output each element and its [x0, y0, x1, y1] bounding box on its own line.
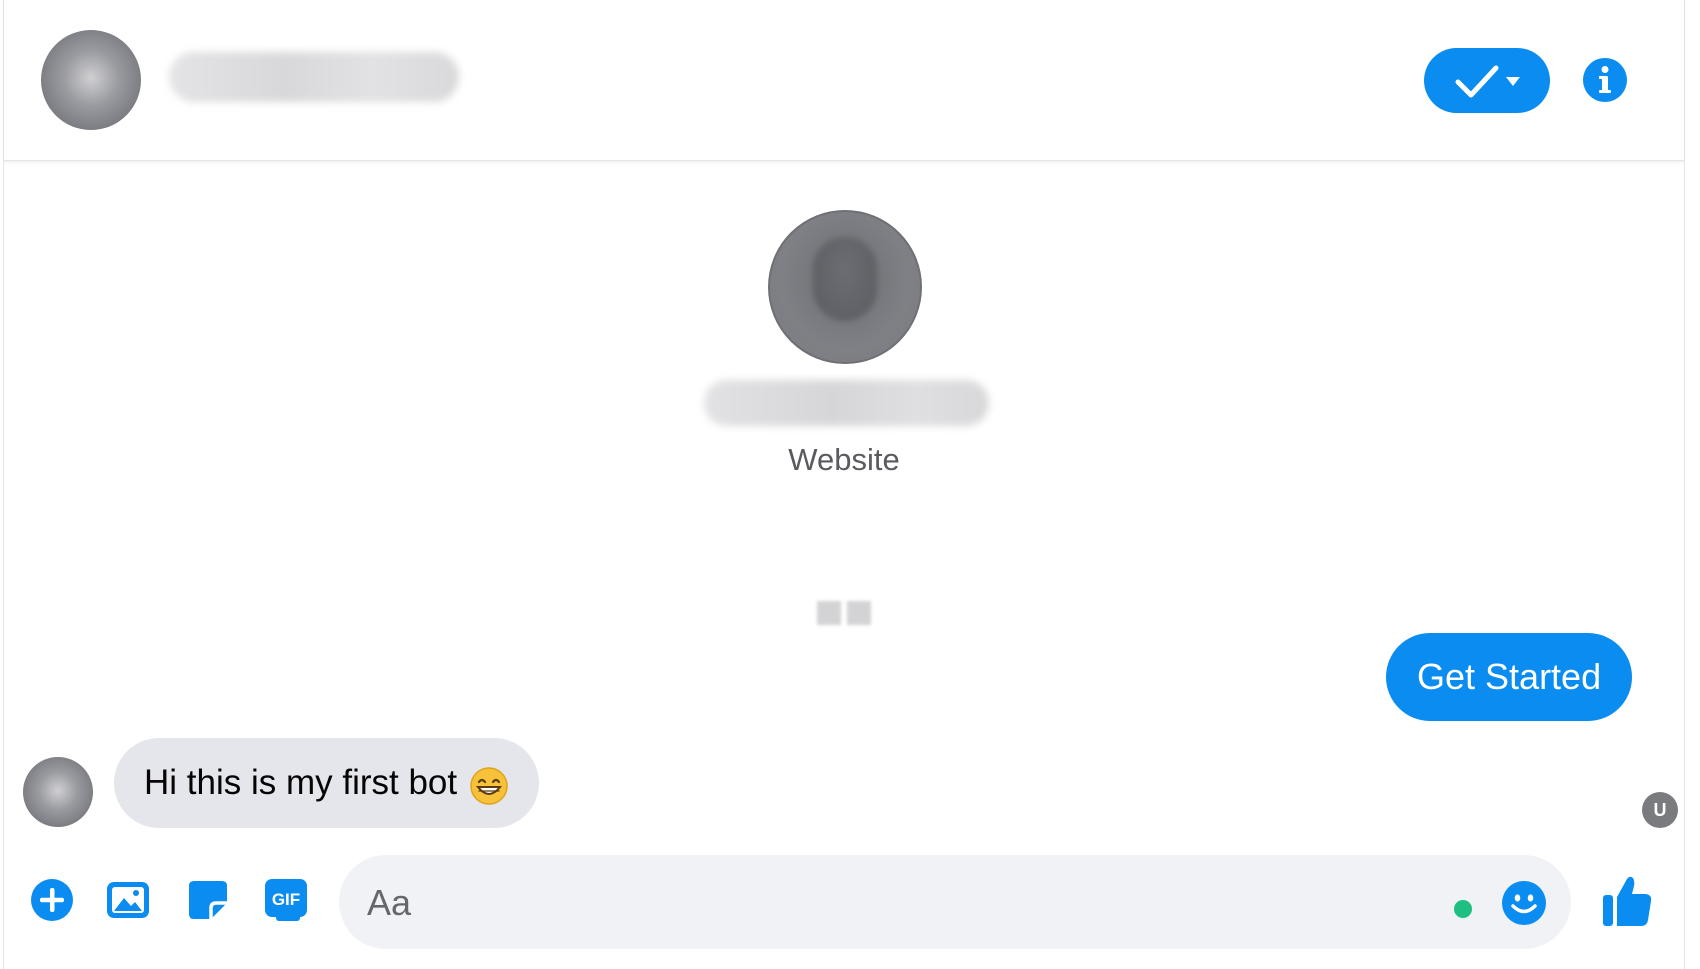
svg-text:GIF: GIF: [272, 890, 300, 909]
outgoing-message-bubble[interactable]: Get Started: [1386, 633, 1633, 721]
contact-name-redacted[interactable]: [169, 52, 459, 102]
sticker-button[interactable]: [186, 878, 230, 922]
chevron-down-icon: [1506, 76, 1520, 86]
checkmark-icon: [1455, 65, 1499, 97]
attach-photo-button[interactable]: [105, 878, 151, 922]
seen-indicator-avatar: U: [1642, 792, 1678, 828]
send-like-button[interactable]: [1600, 872, 1654, 930]
plus-icon: [31, 879, 73, 921]
grinning-face-emoji-icon: [470, 767, 508, 805]
page-category: Website: [788, 442, 900, 477]
message-input[interactable]: [365, 877, 1469, 929]
page-profile-avatar[interactable]: [768, 210, 922, 364]
gif-button[interactable]: GIF: [263, 876, 309, 924]
timestamp-redacted: [814, 600, 874, 626]
incoming-message-bubble[interactable]: Hi this is my first bot: [114, 738, 540, 828]
page-name-redacted: [704, 380, 989, 426]
online-status-dot: [1454, 900, 1472, 918]
gif-icon: GIF: [265, 879, 307, 921]
mark-done-button[interactable]: [1424, 48, 1550, 113]
add-attachment-button[interactable]: [30, 878, 74, 922]
sticker-icon: [189, 881, 227, 919]
thumbs-up-icon: [1603, 876, 1652, 926]
photo-icon: [107, 882, 149, 918]
message-composer[interactable]: [339, 855, 1571, 949]
message-text: Hi this is my first bot: [144, 763, 458, 802]
conversation-header: [4, 0, 1684, 161]
emoji-icon: [1502, 881, 1546, 925]
info-button[interactable]: [1583, 58, 1627, 102]
contact-avatar[interactable]: [41, 30, 141, 130]
chat-window: Website Get Started Hi this is my first …: [3, 0, 1685, 969]
sender-avatar[interactable]: [23, 757, 93, 827]
info-icon: [1599, 66, 1611, 93]
emoji-picker-button[interactable]: [1501, 880, 1547, 926]
